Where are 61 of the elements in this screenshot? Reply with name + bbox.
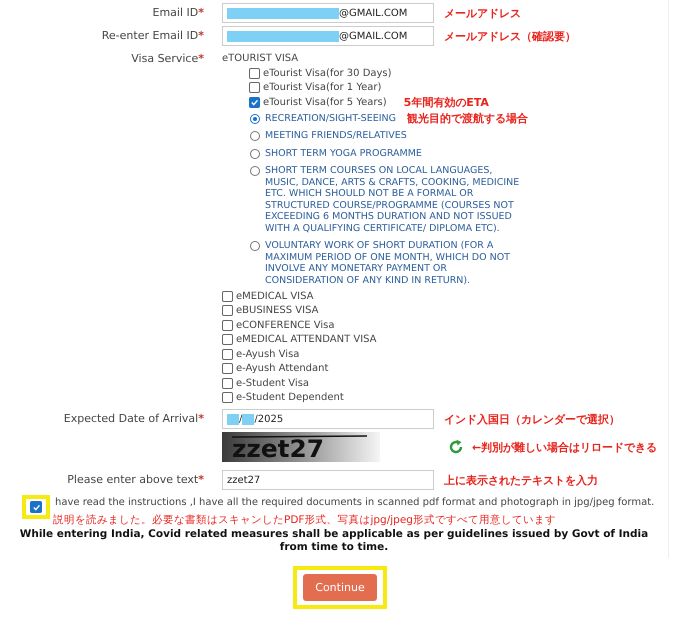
- checkbox[interactable]: [222, 320, 233, 331]
- radio-button[interactable]: [250, 114, 260, 124]
- option-label: e-Ayush Attendant: [236, 363, 328, 374]
- radio-button[interactable]: [250, 148, 260, 158]
- option-label: eCONFERENCE Visa: [236, 320, 335, 331]
- checkbox[interactable]: [222, 305, 233, 316]
- field-label: Visa Service*: [130, 51, 204, 65]
- option-label: SHORT TERM YOGA PROGRAMME: [265, 148, 422, 159]
- field-value: /2025: [254, 414, 284, 424]
- option-label: e-Student Visa: [236, 378, 310, 389]
- radio-button[interactable]: [250, 166, 260, 176]
- checkbox[interactable]: [222, 378, 233, 389]
- redaction-mark: [242, 414, 254, 424]
- field-value: @GMAIL.COM: [339, 30, 408, 42]
- field-label: Email ID*: [152, 5, 204, 19]
- option-label: eTourist Visa(for 1 Year): [263, 82, 382, 94]
- input-field[interactable]: @GMAIL.COM: [222, 26, 434, 46]
- annotation-note: メールアドレス: [444, 6, 521, 20]
- input-field[interactable]: @GMAIL.COM: [222, 3, 434, 23]
- captcha-text: zzet27: [232, 435, 322, 462]
- annotation-note: 5年間有効のETA: [404, 94, 489, 110]
- checkbox[interactable]: [222, 348, 233, 360]
- annotation-note: ←判別が難しい場合はリロードできる: [472, 440, 658, 454]
- checkbox[interactable]: [222, 392, 233, 404]
- input-field[interactable]: zzet27: [222, 470, 434, 490]
- checkbox[interactable]: [249, 82, 260, 94]
- option-label: eTourist Visa(for 30 Days): [263, 68, 392, 79]
- option-label: SHORT TERM COURSES ON LOCAL LANGUAGES, MUSIC, DANCE, ARTS & CRAFTS, COOKING, MEDICINE ETC. WHICH SHOULD NOT BE A FORMAL OR STRUCTURED COURSE/PROGRAMME (COURSES NOT EXCEEDING 6 MONTHS DURATION AND NOT ISSUED WITH A QUALIFYING CERTIFICATE/ DIPLOMA ETC).: [265, 165, 520, 234]
- radio-button[interactable]: [250, 131, 260, 141]
- option-label: eMEDICAL ATTENDANT VISA: [236, 334, 377, 346]
- option-label: eBUSINESS VISA: [236, 305, 318, 316]
- option-label: eMEDICAL VISA: [236, 290, 314, 302]
- option-label: e-Student Dependent: [236, 392, 344, 404]
- field-label: Please enter above text*: [66, 472, 204, 486]
- notice-text: While entering India, Covid related measures shall be applicable as per guidelines issued by Govt of India from time to time.: [18, 527, 650, 554]
- radio-button[interactable]: [250, 241, 260, 251]
- input-field[interactable]: / /2025: [222, 409, 434, 429]
- annotation-note: 上に表示されたテキストを入力: [444, 472, 598, 488]
- reload-icon[interactable]: [448, 439, 464, 455]
- option-label: RECREATION/SIGHT-SEEING: [265, 112, 396, 124]
- checkbox[interactable]: [222, 363, 233, 374]
- agreement-text: have read the instructions ,I have all the required documents in scanned pdf format and photograph in jpg/jpeg format.: [55, 496, 654, 508]
- checkbox[interactable]: [30, 501, 42, 513]
- field-label: Re-enter Email ID*: [100, 28, 204, 42]
- annotation-note: 説明を読みました。必要な書類はスキャンしたPDF形式、写真はjpg/jpeg形式ですべて用意しています: [52, 513, 557, 527]
- annotation-note: メールアドレス（確認要）: [444, 28, 576, 44]
- checkbox[interactable]: [222, 334, 233, 346]
- checkbox[interactable]: [249, 96, 260, 108]
- annotation-note: インド入国日（カレンダーで選択）: [444, 412, 620, 426]
- field-value: zzet27: [227, 474, 260, 486]
- field-value: /: [239, 414, 242, 424]
- option-label: MEETING FRIENDS/RELATIVES: [265, 130, 407, 142]
- checkbox[interactable]: [249, 68, 260, 79]
- option-label: VOLUNTARY WORK OF SHORT DURATION (FOR A MAXIMUM PERIOD OF ONE MONTH, WHICH DO NOT INVOLVE ANY MONETARY PAYMENT OR CONSIDERATION OF ANY KIND IN RETURN).: [265, 240, 511, 286]
- field-label: Expected Date of Arrival*: [62, 411, 204, 425]
- group-title: eTOURIST VISA: [222, 53, 300, 64]
- option-label: eTourist Visa(for 5 Years): [263, 96, 387, 108]
- annotation-note: 観光目的で渡航する場合: [407, 112, 528, 124]
- field-value: @GMAIL.COM: [339, 8, 408, 18]
- option-label: e-Ayush Visa: [236, 348, 300, 360]
- checkbox[interactable]: [222, 290, 233, 302]
